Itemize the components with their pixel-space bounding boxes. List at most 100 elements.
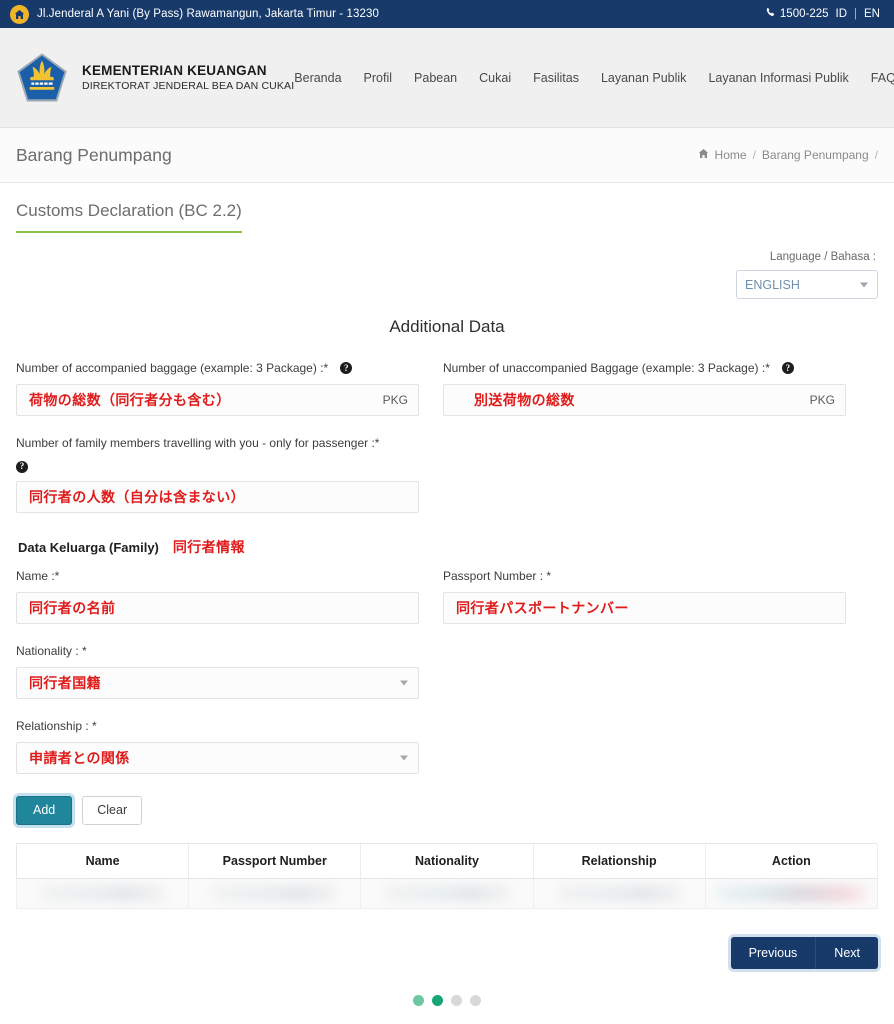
redacted-content (213, 884, 337, 902)
wizard-nav: Previous Next (16, 936, 878, 969)
redacted-content (557, 884, 681, 902)
column-header-action: Action (705, 842, 879, 879)
brand-text: KEMENTERIAN KEUANGAN DIREKTORAT JENDERAL… (82, 63, 294, 92)
lang-en-link[interactable]: EN (864, 8, 880, 20)
unaccompanied-baggage-annotation: 別送荷物の総数 (474, 393, 575, 409)
accompanied-baggage-annotation: 荷物の総数（同行者分も含む） (29, 393, 231, 409)
language-selector-row: Language / Bahasa : ENGLISH (16, 251, 878, 299)
field-family-count-spacer (443, 434, 846, 513)
page-title-band: Barang Penumpang Home / Barang Penumpang… (0, 128, 894, 183)
cell-name (15, 878, 190, 909)
step-dot-2[interactable] (432, 994, 443, 1006)
name-input[interactable]: 同行者の名前 (16, 592, 419, 624)
name-label-text: Name :* (16, 569, 60, 583)
breadcrumb-home-icon (698, 148, 709, 162)
lang-id-link[interactable]: ID (836, 8, 848, 20)
breadcrumb-separator-1: / (752, 148, 756, 162)
column-header-relationship: Relationship (533, 842, 706, 879)
breadcrumb-home-link[interactable]: Home (715, 148, 747, 162)
phone-contact[interactable]: 1500-225 (765, 7, 829, 21)
chevron-down-icon (400, 755, 408, 761)
ministry-of-finance-logo-icon (14, 50, 70, 106)
column-header-name: Name (15, 842, 190, 879)
unaccompanied-baggage-unit: PKG (809, 393, 835, 407)
chevron-down-icon (860, 282, 868, 287)
nav-item-profil[interactable]: Profil (364, 71, 392, 85)
top-utility-bar: Jl.Jenderal A Yani (By Pass) Rawamangun,… (0, 0, 894, 28)
previous-button[interactable]: Previous (731, 937, 816, 969)
language-select[interactable]: ENGLISH (736, 270, 878, 299)
unaccompanied-baggage-input[interactable]: 別送荷物の総数 PKG (443, 384, 846, 416)
column-header-passport-number: Passport Number (188, 842, 362, 879)
nav-item-pabean[interactable]: Pabean (414, 71, 457, 85)
step-indicator (16, 994, 878, 1006)
nav-item-fasilitas[interactable]: Fasilitas (533, 71, 579, 85)
lang-separator: | (854, 8, 858, 20)
phone-icon (765, 7, 776, 21)
page-root: Jl.Jenderal A Yani (By Pass) Rawamangun,… (0, 0, 894, 1024)
passport-annotation: 同行者パスポートナンバー (456, 601, 629, 617)
masthead: KEMENTERIAN KEUANGAN DIREKTORAT JENDERAL… (0, 28, 894, 128)
nationality-annotation: 同行者国籍 (29, 676, 101, 692)
question-mark-icon[interactable]: ? (16, 460, 28, 473)
family-table-header-row: Name Passport Number Nationality Relatio… (15, 842, 879, 879)
name-label: Name :* (16, 567, 419, 585)
brand-line-2: DIREKTORAT JENDERAL BEA DAN CUKAI (82, 80, 295, 92)
home-icon (10, 4, 29, 24)
family-count-input[interactable]: 同行者の人数（自分は含まない） (16, 481, 419, 513)
declaration-title: Customs Declaration (BC 2.2) (16, 201, 242, 233)
table-row[interactable] (15, 878, 879, 909)
passport-input[interactable]: 同行者パスポートナンバー (443, 592, 846, 624)
form-row-relationship: Relationship : * 申請者との関係 (16, 717, 878, 774)
topbar-left: Jl.Jenderal A Yani (By Pass) Rawamangun,… (10, 4, 765, 24)
accompanied-baggage-unit: PKG (382, 393, 408, 407)
nationality-label: Nationality : * (16, 642, 419, 660)
accompanied-baggage-label-text: Number of accompanied baggage (example: … (16, 361, 329, 375)
accompanied-baggage-input[interactable]: 荷物の総数（同行者分も含む） PKG (16, 384, 419, 416)
page-title: Barang Penumpang (16, 144, 172, 165)
relationship-select[interactable]: 申請者との関係 (16, 742, 419, 774)
form-row-family-count: Number of family members travelling with… (16, 434, 878, 513)
nav-item-beranda[interactable]: Beranda (294, 71, 341, 85)
field-accompanied-baggage: Number of accompanied baggage (example: … (16, 359, 419, 416)
passport-label: Passport Number : * (443, 567, 846, 585)
family-table: Name Passport Number Nationality Relatio… (15, 842, 879, 909)
question-mark-icon[interactable]: ? (781, 362, 794, 374)
clear-button[interactable]: Clear (82, 796, 143, 825)
cell-relationship (532, 878, 706, 909)
step-dot-3[interactable] (451, 994, 462, 1006)
nav-item-layanan-informasi-publik[interactable]: Layanan Informasi Publik (708, 71, 848, 85)
nav-item-faq[interactable]: FAQ (871, 71, 894, 85)
question-mark-icon[interactable]: ? (340, 362, 353, 374)
brand[interactable]: KEMENTERIAN KEUANGAN DIREKTORAT JENDERAL… (14, 50, 294, 106)
add-button[interactable]: Add (16, 796, 73, 825)
field-nationality: Nationality : * 同行者国籍 (16, 642, 419, 699)
main-navigation: Beranda Profil Pabean Cukai Fasilitas La… (294, 71, 894, 85)
nav-item-cukai[interactable]: Cukai (479, 71, 511, 85)
field-name: Name :* 同行者の名前 (16, 567, 419, 624)
family-section-header: Data Keluarga (Family) 同行者情報 (18, 537, 878, 557)
step-dot-4[interactable] (470, 994, 481, 1006)
family-section-title: Data Keluarga (Family) (18, 540, 159, 555)
step-dot-1[interactable] (413, 994, 424, 1006)
nationality-select[interactable]: 同行者国籍 (16, 667, 419, 699)
relationship-label: Relationship : * (16, 717, 419, 735)
cell-passport (188, 878, 362, 909)
redacted-content (40, 884, 165, 902)
redacted-action-buttons (716, 884, 867, 902)
breadcrumb-current-link[interactable]: Barang Penumpang (762, 148, 869, 162)
field-relationship: Relationship : * 申請者との関係 (16, 717, 419, 774)
family-count-label: Number of family members travelling with… (16, 434, 419, 474)
form-row-nationality: Nationality : * 同行者国籍 (16, 642, 878, 699)
unaccompanied-baggage-label: Number of unaccompanied Baggage (example… (443, 359, 846, 377)
next-button[interactable]: Next (815, 936, 878, 969)
nav-item-layanan-publik[interactable]: Layanan Publik (601, 71, 686, 85)
nationality-label-text: Nationality : * (16, 644, 87, 658)
chevron-down-icon (400, 680, 408, 686)
family-count-annotation: 同行者の人数（自分は含まない） (29, 490, 245, 506)
topbar-right: 1500-225 ID | EN (765, 7, 880, 21)
brand-line-1: KEMENTERIAN KEUANGAN (82, 63, 267, 78)
redacted-content (385, 884, 509, 902)
form-row-name-passport: Name :* 同行者の名前 Passport Number : * 同行者パス… (16, 567, 878, 624)
family-section-annotation: 同行者情報 (172, 540, 245, 556)
